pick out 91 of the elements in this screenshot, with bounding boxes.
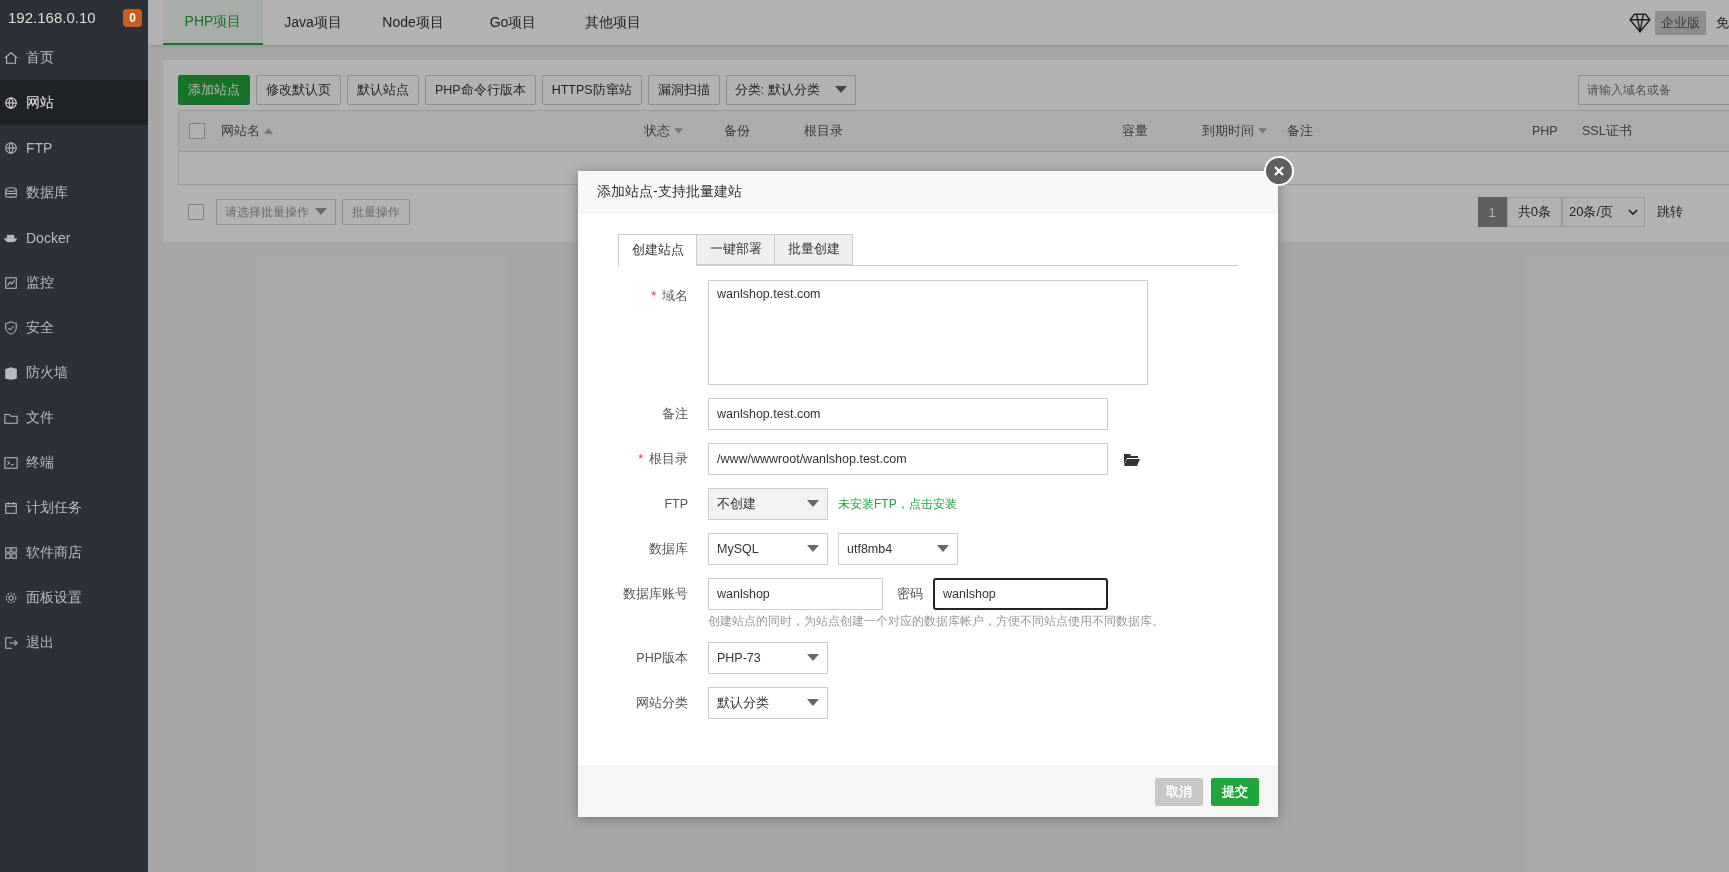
jump-label: 跳转: [1657, 203, 1683, 221]
caret-icon: [834, 86, 847, 94]
grid-icon: [4, 545, 18, 560]
column-header[interactable]: 网站名: [221, 122, 644, 140]
select-field[interactable]: PHP-73: [708, 642, 828, 674]
globe-icon: [4, 140, 18, 155]
input-field[interactable]: /www/wwwroot/wanlshop.test.com: [708, 443, 1108, 475]
category-select[interactable]: 分类: 默认分类: [725, 75, 856, 105]
field-label: 数据库账号: [623, 587, 688, 601]
field-label: 数据库: [649, 542, 688, 556]
sidebar-item[interactable]: 网站: [0, 80, 148, 125]
shield-icon: [4, 320, 18, 335]
caret-icon: [807, 500, 819, 508]
free-label[interactable]: 免: [1716, 13, 1729, 32]
hint-text: 创建站点的同时，为站点创建一个对应的数据库帐户，方便不同站点使用不同数据库。: [708, 614, 1165, 629]
toolbar-button[interactable]: 修改默认页: [256, 75, 341, 105]
field-label: 根目录: [649, 452, 688, 466]
calendar-icon: [4, 500, 18, 515]
field-label: 备注: [662, 407, 688, 421]
column-header[interactable]: 到期时间: [1202, 122, 1287, 140]
column-header[interactable]: SSL证书: [1582, 122, 1682, 140]
field-label: 网站分类: [636, 696, 688, 710]
project-tab[interactable]: 其他项目: [563, 0, 663, 45]
caret-icon: [807, 654, 819, 662]
caret-icon: [807, 699, 819, 707]
field-label: 域名: [662, 289, 688, 303]
dialog-tab[interactable]: 批量创建: [774, 234, 853, 265]
total-count: 共0条: [1506, 197, 1562, 227]
sidebar-item[interactable]: 安全: [0, 305, 148, 350]
input-field[interactable]: wanlshop.test.com: [708, 398, 1108, 430]
toolbar-button[interactable]: HTTPS防窜站: [541, 75, 642, 105]
sidebar-item[interactable]: 文件: [0, 395, 148, 440]
field-label: PHP版本: [636, 651, 688, 665]
input-field[interactable]: wanlshop: [933, 578, 1108, 610]
select-field[interactable]: 默认分类: [708, 687, 828, 719]
sidebar-item[interactable]: 监控: [0, 260, 148, 305]
chevron-icon: [1628, 208, 1638, 216]
caret-icon: [315, 208, 327, 216]
select-field[interactable]: MySQL: [708, 533, 828, 565]
sidebar-item[interactable]: 面板设置: [0, 575, 148, 620]
column-header[interactable]: 状态: [644, 122, 724, 140]
sidebar-item[interactable]: 退出: [0, 620, 148, 665]
toolbar-button[interactable]: 默认站点: [347, 75, 419, 105]
column-header[interactable]: 容量: [1122, 122, 1202, 140]
dialog-tab[interactable]: 创建站点: [618, 234, 697, 266]
folder-icon[interactable]: [1124, 453, 1140, 466]
project-tab[interactable]: Go项目: [463, 0, 563, 45]
sidebar-item[interactable]: 首页: [0, 35, 148, 80]
globe-icon: [4, 95, 18, 110]
toolbar-button[interactable]: 漏洞扫描: [647, 75, 720, 105]
sidebar-item[interactable]: 终端: [0, 440, 148, 485]
page-size-select[interactable]: 20条/页: [1562, 197, 1645, 227]
domain-field[interactable]: wanlshop.test.com: [708, 280, 1148, 385]
gear-icon: [4, 590, 18, 605]
sidebar-item[interactable]: 软件商店: [0, 530, 148, 575]
diamond-icon: [1629, 12, 1651, 33]
sidebar-item[interactable]: 计划任务: [0, 485, 148, 530]
checkbox[interactable]: [188, 204, 204, 220]
edition-badge[interactable]: 企业版: [1655, 10, 1706, 35]
field-label: FTP: [664, 497, 688, 511]
field-label: 密码: [897, 586, 923, 603]
exit-icon: [4, 635, 18, 650]
column-header[interactable]: 根目录: [804, 122, 1122, 140]
terminal-icon: [4, 455, 18, 470]
required-mark: *: [638, 452, 643, 466]
input-field[interactable]: wanlshop: [708, 578, 883, 610]
monitor-icon: [4, 275, 18, 290]
search-field[interactable]: 请输入域名或备: [1578, 75, 1729, 105]
server-address: 192.168.0.10: [8, 9, 96, 26]
project-tab[interactable]: Node项目: [363, 0, 463, 45]
caret-icon: [937, 545, 949, 553]
dialog-title: 添加站点-支持批量建站: [597, 182, 742, 201]
wall-icon: [4, 365, 18, 380]
close-icon: [1273, 165, 1285, 177]
house-icon: [4, 50, 18, 65]
notification-badge[interactable]: 0: [123, 8, 142, 27]
caret-icon: [807, 545, 819, 553]
column-header[interactable]: 备注: [1287, 122, 1532, 140]
required-mark: *: [651, 289, 656, 303]
column-header[interactable]: 备份: [724, 122, 804, 140]
toolbar-button[interactable]: PHP命令行版本: [425, 75, 536, 105]
project-tab[interactable]: Java项目: [263, 0, 363, 45]
sidebar-item[interactable]: FTP: [0, 125, 148, 170]
checkbox[interactable]: [189, 123, 205, 139]
dialog-tab[interactable]: 一键部署: [696, 234, 775, 265]
sidebar-item[interactable]: 防火墙: [0, 350, 148, 395]
sidebar-item[interactable]: 数据库: [0, 170, 148, 215]
select-field[interactable]: utf8mb4: [838, 533, 958, 565]
database-icon: [4, 185, 18, 200]
column-header[interactable]: PHP: [1532, 124, 1582, 138]
sidebar-item[interactable]: Docker: [0, 215, 148, 260]
